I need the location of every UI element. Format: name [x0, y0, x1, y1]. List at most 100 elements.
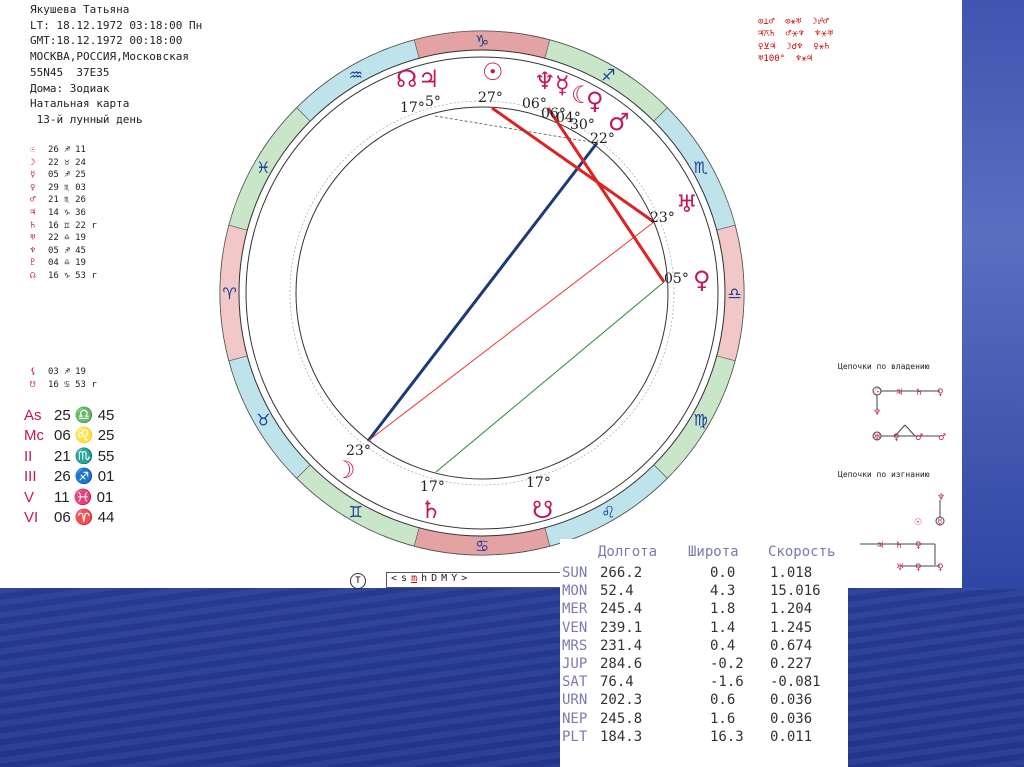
pluto-glyph-icon: ♀ [693, 266, 711, 294]
chain-diagram-exile [860, 500, 945, 567]
toolbar-step-button[interactable]: s [401, 573, 407, 584]
svg-text:☿: ☿ [937, 518, 943, 528]
toolbar-step-button[interactable]: < [391, 573, 397, 584]
zodiac-sign-icon: ♊ [349, 503, 363, 522]
cell-lon: 245.4 [600, 601, 643, 618]
cell-lat: -0.2 [710, 656, 744, 672]
table-row: SAT 76.4 -1.6 -0.081 [560, 674, 848, 692]
cell-lat: 0.4 [710, 637, 736, 654]
cell-lon: 245.8 [600, 710, 643, 727]
background-water [0, 588, 1024, 767]
header-latitude: Широта [688, 544, 739, 560]
zodiac-sign-icon: ♐ [601, 65, 615, 84]
toolbar-step-button[interactable]: Y [451, 573, 457, 584]
cell-lat: 1.6 [710, 710, 736, 727]
cell-lon: 76.4 [600, 674, 634, 691]
toolbar-step-button[interactable]: > [461, 573, 467, 584]
svg-text:♃: ♃ [876, 541, 884, 551]
cell-spd: 0.036 [770, 692, 813, 709]
svg-text:♀: ♀ [937, 388, 944, 398]
cell-lat: 16.3 [710, 728, 744, 745]
toolbar-step-button[interactable]: h [421, 573, 427, 584]
cell-lat: 0.0 [710, 565, 736, 581]
zodiac-sign-icon: ♈ [222, 284, 236, 303]
cell-spd: -0.081 [770, 674, 821, 691]
cell-lon: 231.4 [600, 637, 643, 654]
cell-spd: 0.227 [770, 656, 813, 672]
svg-text:♃: ♃ [895, 388, 903, 398]
deg-saturn: 17° [420, 479, 445, 495]
moon-glyph-icon: ☽ [334, 456, 356, 484]
deg-node: 5° [425, 94, 441, 110]
cell-lon: 284.6 [600, 656, 643, 672]
svg-text:♀: ♀ [893, 433, 900, 443]
planet-data-table: Долгота Широта Скорость SUN 266.2 0.0 1.018… [560, 539, 848, 767]
node-glyph-icon: ☊ [396, 65, 417, 93]
svg-text:♄: ♄ [915, 388, 923, 398]
table-row: MER 245.4 1.8 1.204 [560, 601, 848, 619]
svg-text:♀: ♀ [937, 563, 944, 573]
zodiac-sign-icon: ♌ [601, 503, 615, 522]
cell-lat: 1.4 [710, 619, 736, 636]
zodiac-sign-icon: ♓ [256, 158, 270, 177]
venus-glyph-icon: ♀ [586, 87, 604, 115]
jupiter-glyph-icon: ♃ [418, 65, 440, 93]
table-row: MRS 231.4 0.4 0.674 [560, 638, 848, 656]
deg-jupiter: 17° [400, 100, 425, 116]
uranus-glyph-icon: ♅ [676, 190, 698, 218]
cell-name: PLT [562, 728, 588, 745]
toolbar-step-button[interactable]: D [431, 573, 437, 584]
cell-name: VEN [562, 619, 588, 636]
cell-spd: 0.011 [770, 728, 813, 745]
table-row: URN 202.3 0.6 0.036 [560, 692, 848, 710]
deg-sun: 27° [478, 90, 503, 106]
cell-name: JUP [562, 656, 588, 672]
svg-text:♅: ♅ [896, 563, 904, 573]
cell-lat: 0.6 [710, 692, 736, 709]
table-row: PLT 184.3 16.3 0.011 [560, 729, 848, 747]
cell-lon: 202.3 [600, 692, 643, 709]
zodiac-sign-icon: ♑ [475, 32, 489, 51]
svg-text:☉: ☉ [874, 388, 882, 398]
time-step-toolbar: < s m h D M Y > [386, 572, 562, 588]
cell-spd: 1.204 [770, 601, 813, 618]
neptune-glyph-icon: ♆ [534, 67, 556, 95]
zodiac-sign-icon: ♎ [727, 284, 741, 303]
cell-name: MER [562, 601, 588, 618]
deg-pluto: 05° [664, 271, 689, 287]
toolbar-step-button[interactable]: M [441, 573, 447, 584]
table-row: JUP 284.6 -0.2 0.227 [560, 656, 848, 674]
svg-text:♅: ♅ [873, 433, 881, 443]
cell-name: SUN [562, 565, 588, 581]
zodiac-sign-icon: ♍ [693, 410, 707, 429]
table-row: MON 52.4 4.3 15.016 [560, 583, 848, 601]
cell-lat: -1.6 [710, 674, 744, 691]
svg-text:♆: ♆ [873, 408, 881, 418]
cell-name: MRS [562, 637, 588, 654]
deg-uranus: 23° [650, 210, 675, 226]
svg-text:♂: ♂ [915, 433, 923, 443]
south-node-glyph-icon: ☋ [532, 496, 553, 524]
cell-lon: 52.4 [600, 583, 634, 600]
zodiac-sign-icon: ♉ [256, 410, 270, 429]
natal-chart-wheel: ♑♐♏♎♍♌♋♊♉♈♓♒ 27° 17° 5° 06° 06° 04° 30° … [219, 30, 946, 573]
zodiac-sign-icon: ♏ [693, 158, 707, 177]
svg-text:♄: ♄ [895, 541, 903, 551]
cell-lat: 4.3 [710, 583, 736, 600]
toolbar-t-button[interactable]: T [350, 573, 366, 589]
cell-name: URN [562, 692, 588, 709]
table-row: VEN 239.1 1.4 1.245 [560, 620, 848, 638]
cell-lat: 1.8 [710, 601, 736, 618]
cell-lon: 239.1 [600, 619, 643, 636]
mars-glyph-icon: ♂ [608, 108, 630, 136]
toolbar-step-button[interactable]: m [411, 573, 417, 584]
svg-text:♀: ♀ [915, 563, 922, 573]
header-longitude: Долгота [598, 544, 658, 560]
cell-lon: 184.3 [600, 728, 643, 745]
cell-spd: 0.674 [770, 637, 813, 654]
svg-text:☉: ☉ [914, 518, 922, 528]
svg-text:♂: ♂ [938, 433, 946, 443]
cell-spd: 1.245 [770, 619, 813, 636]
mercury-glyph-icon: ☿ [555, 71, 570, 99]
cell-name: SAT [562, 674, 588, 691]
